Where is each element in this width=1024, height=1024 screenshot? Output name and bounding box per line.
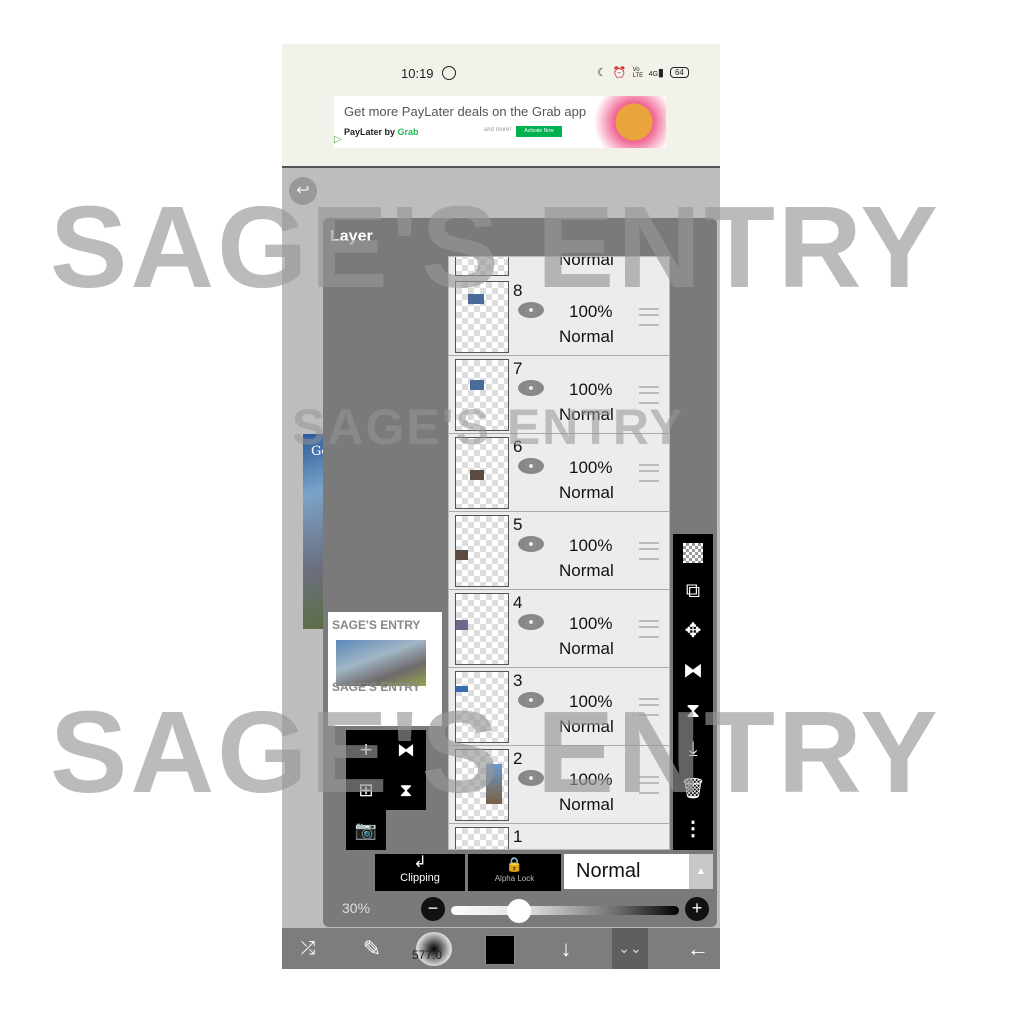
layer-number: 1 [513,827,523,846]
thumb-content [456,550,468,560]
volte-icon: Vo LTE [632,66,644,79]
eye-icon[interactable] [518,458,544,474]
download-icon[interactable]: ↓ [548,928,584,969]
layer-opacity: 100% [569,380,613,399]
ad-play-icon[interactable]: ▷ [334,134,342,145]
layer-mode: Normal [559,639,614,658]
ad-food-image [586,96,666,148]
whatsapp-icon [442,66,456,80]
layer-number: 7 [513,359,523,378]
brush-icon[interactable]: ✎ [352,928,392,969]
ad-banner[interactable]: Get more PayLater deals on the Grab app.… [334,96,666,148]
alpha-lock-label: Alpha Lock [494,874,535,883]
alarm-icon: ⏰ [612,67,627,79]
drag-handle-icon[interactable] [639,464,659,482]
watermark-top: SAGE'S ENTRY [50,182,941,312]
back-icon[interactable]: ← [678,928,718,969]
layer-opacity: 100% [569,458,613,477]
preview-watermark-top: SAGE'S ENTRY [332,618,421,632]
eye-icon[interactable] [518,380,544,396]
brush-size-label: 577.0 [412,948,443,962]
layer-number: 5 [513,515,523,534]
layer-thumbnail [455,827,509,849]
ad-brand-name: Grab [397,127,419,137]
swap-layer-icon[interactable]: ⧉ [673,574,713,608]
clipping-label: Clipping [400,872,440,884]
thumb-content [470,470,484,480]
color-swatch[interactable] [485,935,515,965]
eye-icon[interactable] [518,536,544,552]
watermark-bottom: SAGE'S ENTRY [50,687,941,817]
status-icons: ☾ ⏰ Vo LTE 4G▮ 64 [597,66,689,79]
watermark-middle: SAGE'S ENTRY [292,399,685,455]
layer-row[interactable]: 4 100% Normal [449,590,669,668]
network-label: 4G [648,71,658,78]
chevron-up-icon[interactable]: ▲ [689,854,713,889]
layer-opacity: 100% [569,536,613,555]
minus-icon[interactable]: − [421,897,445,921]
ad-cta-button[interactable]: Activate Now [516,126,562,137]
moon-icon: ☾ [597,67,607,79]
opacity-slider[interactable] [451,899,679,923]
lock-icon: 🔒 [505,856,524,872]
opacity-label: 30% [342,900,371,916]
opacity-row: 30% − + [323,894,717,924]
flip-horizontal-icon[interactable]: ⧓ [673,654,713,688]
signal-4g-icon: 4G▮ [648,67,664,79]
clipping-icon: ↲ [413,854,427,871]
drag-handle-icon[interactable] [639,542,659,560]
ad-brand: PayLater by Grab [344,127,419,137]
plus-icon[interactable]: + [685,897,709,921]
battery-indicator: 64 [669,67,689,78]
thumb-content [456,620,468,630]
layer-number: 4 [513,593,523,612]
layer-thumbnail [455,515,509,587]
ad-extra: and more! [484,127,512,133]
collapse-icon[interactable]: ⌄⌄ [612,928,648,969]
transform-select-icon[interactable]: ⤮ [288,928,328,969]
layer-mode: Normal [559,327,614,346]
layer-row[interactable]: 5 100% Normal [449,512,669,590]
blend-mode-select[interactable]: Normal [564,854,689,889]
ad-headline: Get more PayLater deals on the Grab app. [344,104,590,119]
status-bar: 10:19 ☾ ⏰ Vo LTE 4G▮ 64 Get more PayLate… [282,44,720,168]
layer-row[interactable]: 1 [449,824,669,849]
layer-opacity: 100% [569,614,613,633]
layer-mode: Normal [559,561,614,580]
drag-handle-icon[interactable] [639,620,659,638]
checker-glyph [683,543,703,563]
alpha-lock-button[interactable]: 🔒 Alpha Lock [468,854,561,891]
bottom-toolbar: ⤮ ✎ 577.0 ↓ ⌄⌄ ← [282,928,720,969]
move-icon[interactable]: ✥ [673,614,713,648]
ad-brand-prefix: PayLater by [344,127,398,137]
transparency-icon[interactable] [673,536,713,570]
clipping-button[interactable]: ↲ Clipping [375,854,465,891]
layer-mode: Normal [559,483,614,502]
status-time: 10:19 [401,66,434,81]
eye-icon[interactable] [518,614,544,630]
layer-thumbnail [455,593,509,665]
slider-thumb[interactable] [507,899,532,923]
layer-panel: Layer SAGE'S ENTRY SAGE'S ENTRY Normal 8… [323,218,717,927]
thumb-content [470,380,484,390]
